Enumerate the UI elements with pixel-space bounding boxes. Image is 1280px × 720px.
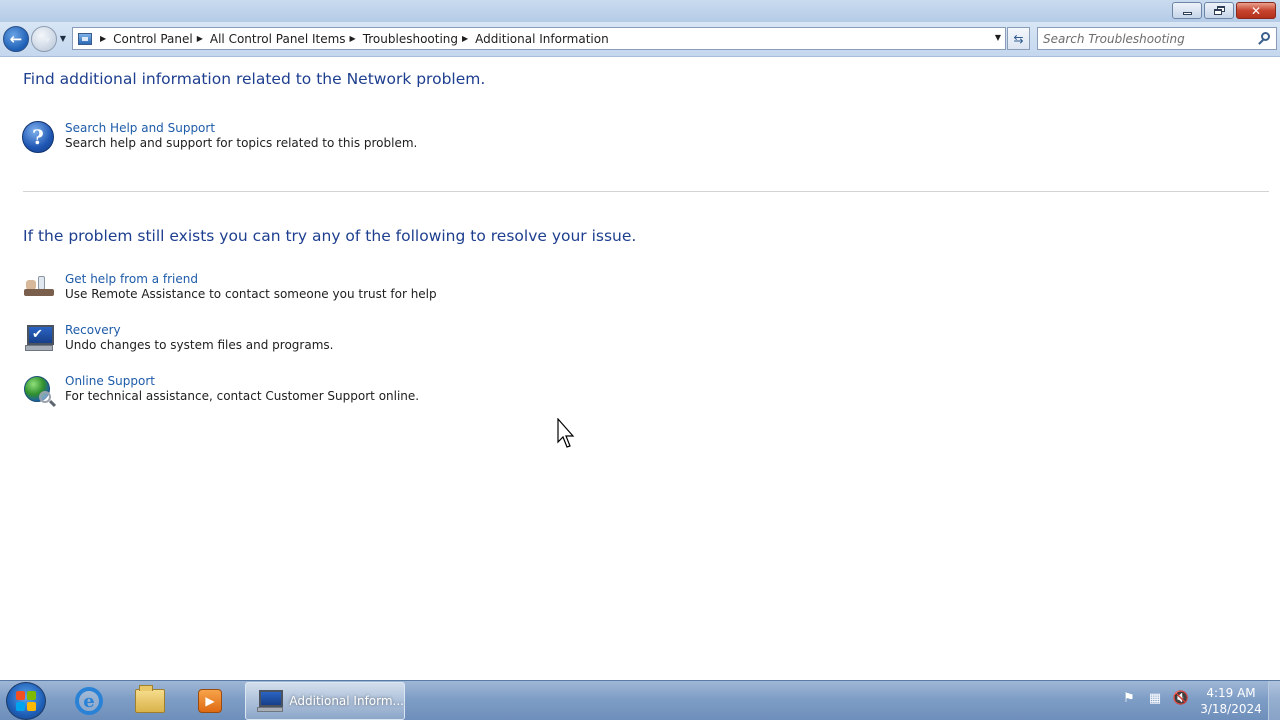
minimize-button[interactable] <box>1172 2 1202 19</box>
chevron-down-icon: ▼ <box>59 33 67 43</box>
pinned-internet-explorer[interactable]: e <box>61 683 117 719</box>
online-support-link[interactable]: Online Support <box>65 374 419 389</box>
section-heading-resolve: If the problem still exists you can try … <box>23 227 637 245</box>
remote-assistance-icon <box>22 272 56 306</box>
network-icon[interactable]: ▦ <box>1146 689 1164 707</box>
close-button[interactable]: ✕ <box>1236 2 1276 19</box>
restore-icon <box>1213 6 1225 15</box>
recent-pages-button[interactable]: ▼ <box>58 32 68 44</box>
search-help-description: Search help and support for topics relat… <box>65 136 418 150</box>
windows-logo-icon <box>27 702 36 711</box>
task-online-support[interactable]: Online Support For technical assistance,… <box>22 374 419 410</box>
search-box[interactable] <box>1037 27 1277 50</box>
breadcrumb-arrow-icon[interactable]: ▶ <box>350 34 356 43</box>
volume-muted-icon[interactable]: 🔇 <box>1172 689 1190 707</box>
recovery-description: Undo changes to system files and program… <box>65 338 334 352</box>
online-support-description: For technical assistance, contact Custom… <box>65 389 420 403</box>
clock-time: 4:19 AM <box>1206 686 1256 700</box>
back-arrow-icon: ← <box>9 30 23 48</box>
get-help-from-friend-description: Use Remote Assistance to contact someone… <box>65 287 437 301</box>
control-panel-window-icon <box>255 689 283 713</box>
breadcrumb-arrow-icon[interactable]: ▶ <box>462 34 468 43</box>
online-support-icon <box>22 374 57 408</box>
action-center-flag-icon[interactable]: ⚑ <box>1120 689 1138 707</box>
windows-logo-icon <box>16 702 25 711</box>
taskbar-window-additional-information[interactable]: Additional Inform... <box>245 682 405 720</box>
close-icon: ✕ <box>1250 3 1262 18</box>
address-dropdown-icon[interactable]: ▼ <box>995 33 1001 42</box>
divider <box>23 191 1269 192</box>
task-recovery[interactable]: ✔ Recovery Undo changes to system files … <box>22 323 333 359</box>
search-icon[interactable] <box>1257 31 1273 47</box>
clock-date: 3/18/2024 <box>1200 702 1262 716</box>
windows-logo-icon <box>16 691 25 700</box>
breadcrumb-additional-information[interactable]: Additional Information <box>475 32 609 46</box>
address-bar[interactable]: ▶ Control Panel ▶ All Control Panel Item… <box>72 27 1006 50</box>
recovery-link[interactable]: Recovery <box>65 323 333 338</box>
media-player-icon: ▶ <box>198 689 222 713</box>
pinned-media-player[interactable]: ▶ <box>182 683 238 719</box>
restore-button[interactable] <box>1204 2 1234 19</box>
clock[interactable]: 4:19 AM 3/18/2024 <box>1200 685 1262 717</box>
system-tray: ⚑ ▦ 🔇 <box>1120 689 1190 707</box>
help-icon: ? <box>22 121 56 155</box>
start-button[interactable] <box>6 682 46 720</box>
taskbar-window-label: Additional Inform... <box>289 694 404 708</box>
breadcrumb-all-control-panel-items[interactable]: All Control Panel Items <box>210 32 346 46</box>
get-help-from-friend-link[interactable]: Get help from a friend <box>65 272 437 287</box>
title-bar: ✕ <box>0 0 1280 22</box>
refresh-icon: ⇆ <box>1013 31 1024 46</box>
show-desktop-button[interactable] <box>1268 681 1280 720</box>
forward-arrow-icon: → <box>37 30 51 48</box>
minimize-icon <box>1182 12 1192 15</box>
windows-logo-icon <box>27 691 36 700</box>
taskbar: e ▶ Additional Inform... ⚑ ▦ 🔇 4:19 AM 3… <box>0 680 1280 720</box>
mouse-cursor-icon <box>557 418 575 448</box>
navigation-bar: ← → ▼ ▶ Control Panel ▶ All Control Pane… <box>0 22 1280 57</box>
forward-button[interactable]: → <box>31 26 57 52</box>
task-search-help[interactable]: ? Search Help and Support Search help an… <box>22 121 417 157</box>
breadcrumb-arrow-icon[interactable]: ▶ <box>100 34 106 43</box>
recovery-icon: ✔ <box>22 323 56 357</box>
refresh-button[interactable]: ⇆ <box>1007 27 1030 50</box>
breadcrumb-troubleshooting[interactable]: Troubleshooting <box>363 32 458 46</box>
control-panel-icon <box>78 32 92 45</box>
internet-explorer-icon: e <box>75 687 103 715</box>
section-heading-additional-info: Find additional information related to t… <box>23 70 486 88</box>
windows-explorer-icon <box>135 685 165 713</box>
search-input[interactable] <box>1038 31 1257 46</box>
breadcrumb-arrow-icon[interactable]: ▶ <box>197 34 203 43</box>
main-content: Find additional information related to t… <box>0 57 1280 680</box>
search-help-link[interactable]: Search Help and Support <box>65 121 417 136</box>
window-controls: ✕ <box>1172 2 1276 19</box>
task-get-help-from-friend[interactable]: Get help from a friend Use Remote Assist… <box>22 272 437 308</box>
back-button[interactable]: ← <box>3 26 29 52</box>
breadcrumb-control-panel[interactable]: Control Panel <box>113 32 193 46</box>
pinned-windows-explorer[interactable] <box>122 683 178 719</box>
